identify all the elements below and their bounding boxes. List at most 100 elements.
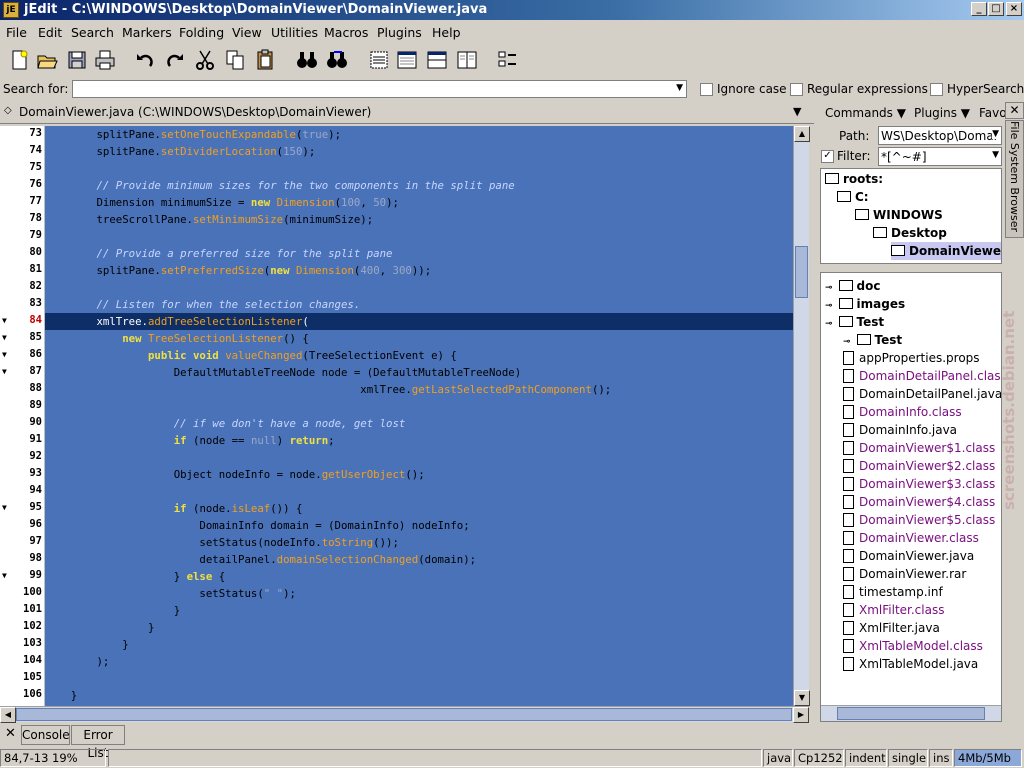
menu-help[interactable]: Help bbox=[432, 25, 461, 40]
code-line[interactable]: DefaultMutableTreeNode node = (DefaultMu… bbox=[45, 364, 793, 381]
file-list-scroll-thumb[interactable] bbox=[837, 707, 985, 720]
print-icon[interactable] bbox=[92, 47, 118, 73]
file-item[interactable]: DomainInfo.java bbox=[843, 421, 957, 439]
scroll-right-icon[interactable]: ▶ bbox=[793, 707, 809, 723]
file-item[interactable]: timestamp.inf bbox=[843, 583, 943, 601]
code-line[interactable]: } bbox=[45, 636, 793, 653]
buffer-switcher[interactable]: ◇ DomainViewer.java (C:\WINDOWS\Desktop\… bbox=[0, 102, 814, 124]
file-item[interactable]: DomainDetailPanel.class bbox=[843, 367, 1001, 385]
code-line[interactable]: new TreeSelectionListener() { bbox=[45, 330, 793, 347]
code-line[interactable]: splitPane.setDividerLocation(150); bbox=[45, 143, 793, 160]
path-input[interactable]: WS\Desktop\Domai ▼ bbox=[878, 126, 1002, 145]
save-icon[interactable] bbox=[64, 47, 90, 73]
folder-item[interactable]: ⊸ Test bbox=[825, 313, 884, 331]
file-item[interactable]: XmlFilter.class bbox=[843, 601, 944, 619]
file-item[interactable]: DomainViewer$2.class bbox=[843, 457, 995, 475]
code-line[interactable]: if (node.isLeaf()) { bbox=[45, 500, 793, 517]
code-line[interactable]: // Provide a preferred size for the spli… bbox=[45, 245, 793, 262]
plugins-menu[interactable]: Plugins ▼ bbox=[914, 106, 970, 120]
code-line[interactable]: splitPane.setOneTouchExpandable(true); bbox=[45, 126, 793, 143]
fold-toggle-icon[interactable]: ▼ bbox=[2, 367, 7, 376]
code-line[interactable]: } bbox=[45, 619, 793, 636]
split-horizontal-icon[interactable] bbox=[424, 47, 450, 73]
find-next-icon[interactable] bbox=[324, 47, 350, 73]
scroll-left-icon[interactable]: ◀ bbox=[0, 707, 16, 723]
jedit-app-icon[interactable]: jE bbox=[3, 2, 19, 18]
close-bottom-dock-icon[interactable]: ✕ bbox=[5, 726, 16, 741]
file-list[interactable]: XmlTableModel.java XmlTableModel.class Xml… bbox=[820, 272, 1002, 722]
menu-search[interactable]: Search bbox=[71, 25, 114, 40]
edit-mode[interactable]: java bbox=[763, 749, 793, 767]
code-line[interactable]: // if we don't have a node, get lost bbox=[45, 415, 793, 432]
expand-toggle-icon[interactable]: ⊸ bbox=[825, 319, 833, 329]
indent-mode[interactable]: indent bbox=[845, 749, 887, 767]
folder-item[interactable]: ⊸ doc bbox=[825, 277, 881, 295]
code-line[interactable]: // Listen for when the selection changes… bbox=[45, 296, 793, 313]
path-dropdown-icon[interactable]: ▼ bbox=[992, 129, 999, 139]
code-line[interactable]: } else { bbox=[45, 568, 793, 585]
file-item[interactable]: XmlTableModel.class bbox=[843, 637, 983, 655]
scroll-up-icon[interactable]: ▲ bbox=[794, 126, 810, 142]
root-node[interactable]: C: bbox=[837, 188, 869, 206]
console-tab[interactable]: Console bbox=[21, 725, 70, 745]
code-line[interactable] bbox=[45, 483, 793, 500]
close-dock-icon[interactable]: ✕ bbox=[1005, 102, 1024, 119]
search-history-dropdown-icon[interactable]: ▼ bbox=[676, 83, 683, 93]
plugin-manager-icon[interactable] bbox=[494, 47, 520, 73]
code-line[interactable] bbox=[45, 670, 793, 687]
favorites-menu[interactable]: Favo bbox=[979, 106, 1007, 120]
expand-toggle-icon[interactable]: ⊸ bbox=[825, 301, 833, 311]
code-line[interactable]: if (node == null) return; bbox=[45, 432, 793, 449]
menu-edit[interactable]: Edit bbox=[38, 25, 62, 40]
fold-toggle-icon[interactable]: ▼ bbox=[2, 333, 7, 342]
split-vertical-icon[interactable] bbox=[454, 47, 480, 73]
code-line[interactable] bbox=[45, 398, 793, 415]
open-file-icon[interactable] bbox=[34, 47, 60, 73]
code-line[interactable]: DomainInfo domain = (DomainInfo) nodeInf… bbox=[45, 517, 793, 534]
root-node[interactable]: roots: bbox=[825, 170, 883, 188]
code-line[interactable]: detailPanel.domainSelectionChanged(domai… bbox=[45, 551, 793, 568]
code-line[interactable]: splitPane.setPreferredSize(new Dimension… bbox=[45, 262, 793, 279]
file-item[interactable]: DomainInfo.class bbox=[843, 403, 962, 421]
filter-input[interactable]: *[^~#] ▼ bbox=[878, 147, 1002, 166]
menu-folding[interactable]: Folding bbox=[179, 25, 224, 40]
root-node[interactable]: Desktop bbox=[873, 224, 947, 242]
buffer-dropdown-icon[interactable]: ▼ bbox=[793, 105, 801, 118]
menu-plugins[interactable]: Plugins bbox=[377, 25, 422, 40]
folder-item[interactable]: ⊸ images bbox=[825, 295, 905, 313]
file-item[interactable]: DomainViewer.java bbox=[843, 547, 974, 565]
line-separator[interactable]: single bbox=[888, 749, 928, 767]
filter-dropdown-icon[interactable]: ▼ bbox=[992, 150, 999, 160]
code-line[interactable]: } bbox=[45, 602, 793, 619]
copy-icon[interactable] bbox=[222, 47, 248, 73]
file-item[interactable]: DomainViewer.class bbox=[843, 529, 979, 547]
close-button[interactable]: × bbox=[1006, 2, 1022, 16]
undo-icon[interactable] bbox=[132, 47, 158, 73]
ignore-case-checkbox[interactable] bbox=[700, 83, 713, 96]
code-line[interactable]: Dimension minimumSize = new Dimension(10… bbox=[45, 194, 793, 211]
roots-tree[interactable]: roots: C: WINDOWS Desktop DomainViewer bbox=[820, 168, 1002, 264]
caret-position[interactable]: 84,7-13 19% bbox=[0, 749, 106, 767]
scroll-down-icon[interactable]: ▼ bbox=[794, 690, 810, 706]
file-system-browser-tab[interactable]: File System Browser bbox=[1005, 120, 1024, 238]
file-item[interactable]: DomainViewer$4.class bbox=[843, 493, 995, 511]
fold-toggle-icon[interactable]: ▼ bbox=[2, 503, 7, 512]
file-item[interactable]: DomainViewer$5.class bbox=[843, 511, 995, 529]
text-area[interactable]: splitPane.setOneTouchExpandable(true); s… bbox=[45, 126, 793, 706]
file-item[interactable]: DomainViewer$3.class bbox=[843, 475, 995, 493]
expand-toggle-icon[interactable]: ⊸ bbox=[843, 337, 851, 347]
maximize-button[interactable]: □ bbox=[988, 2, 1004, 16]
menu-markers[interactable]: Markers bbox=[122, 25, 172, 40]
global-options-icon[interactable] bbox=[366, 47, 392, 73]
code-line[interactable]: } bbox=[45, 687, 793, 704]
file-item[interactable]: XmlFilter.java bbox=[843, 619, 940, 637]
file-item[interactable]: DomainViewer$1.class bbox=[843, 439, 995, 457]
buffer-options-icon[interactable] bbox=[394, 47, 420, 73]
file-list-hscrollbar[interactable] bbox=[821, 705, 1001, 721]
redo-icon[interactable] bbox=[162, 47, 188, 73]
menu-macros[interactable]: Macros bbox=[324, 25, 368, 40]
encoding[interactable]: Cp1252 bbox=[794, 749, 844, 767]
menu-file[interactable]: File bbox=[6, 25, 27, 40]
vertical-scroll-thumb[interactable] bbox=[795, 246, 808, 298]
code-line[interactable]: xmlTree.getLastSelectedPathComponent(); bbox=[45, 381, 793, 398]
